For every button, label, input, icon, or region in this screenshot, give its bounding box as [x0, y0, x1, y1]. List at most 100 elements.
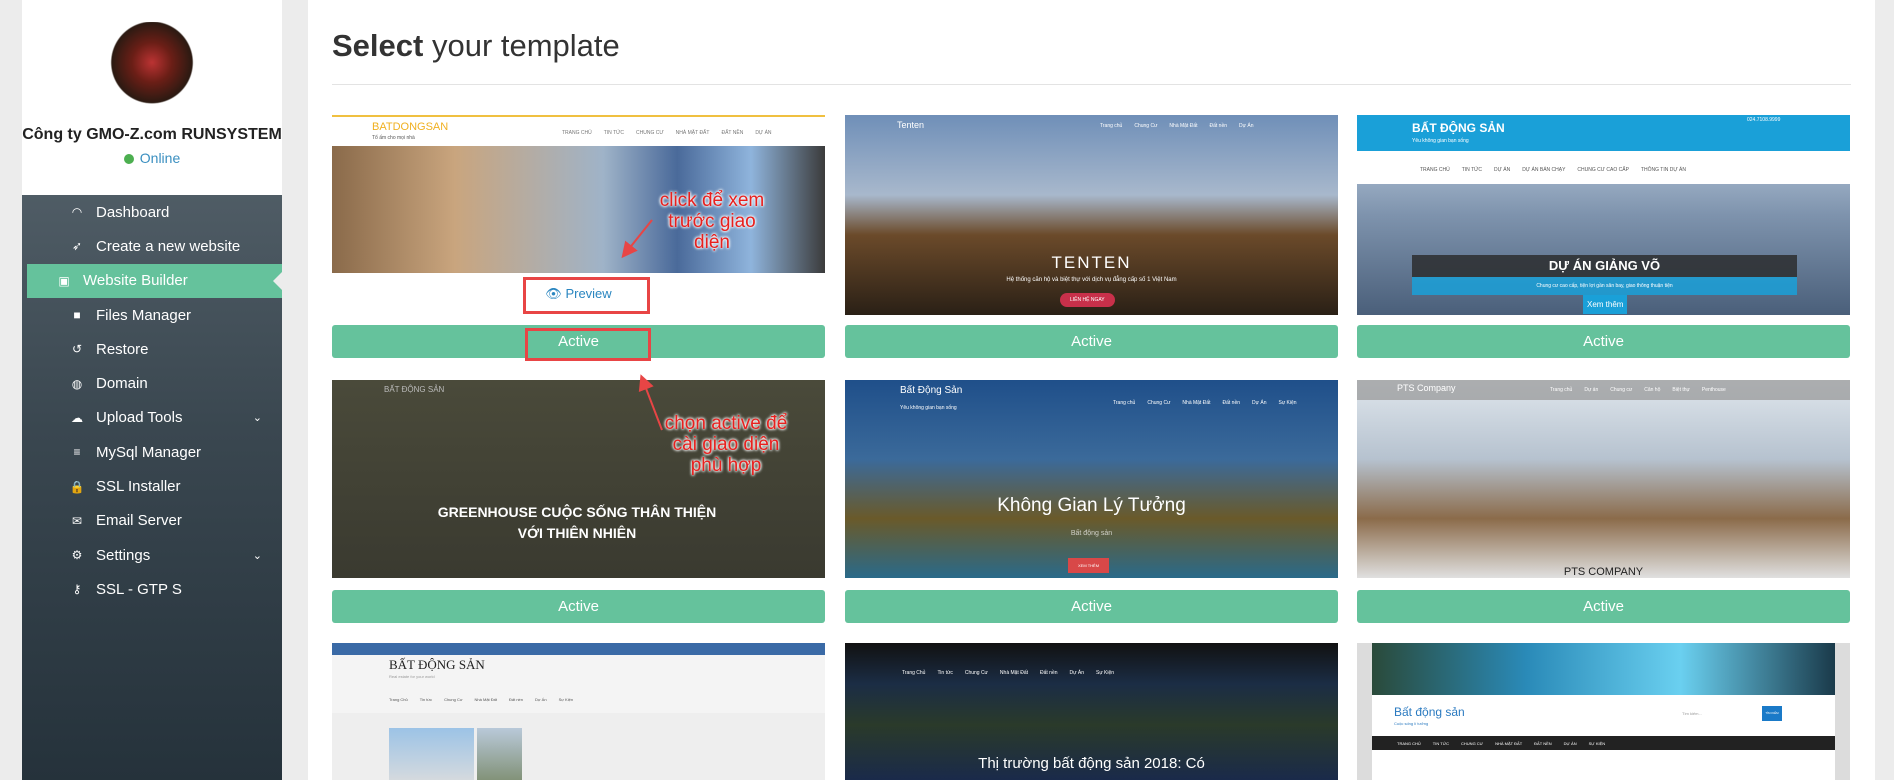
template-nav-item: SỰ KIỆN	[1588, 741, 1606, 746]
sidebar-item-files-manager[interactable]: ■ Files Manager	[22, 298, 282, 332]
sidebar-item-dashboard[interactable]: ◠ Dashboard	[22, 195, 282, 229]
globe-icon: ◍	[71, 376, 83, 391]
sidebar-item-restore[interactable]: ↺ Restore	[22, 332, 282, 366]
template-thumbnail[interactable]: PTS Company Trang chủ Dự án Chung cư Căn hộ B…	[1357, 380, 1850, 578]
template-thumbnail[interactable]: Trang Chủ Tin tức Chung Cư Nhà Mặt Đất Đất n…	[845, 643, 1338, 780]
template-nav: Trang Chủ Tin tức Chung Cư Nhà Mặt Đất Đất n…	[389, 697, 573, 702]
avatar	[107, 22, 197, 112]
template-nav-item: Sự Kiện	[558, 697, 574, 702]
template-nav-item: TRANG CHỦ	[562, 130, 592, 136]
template-nav-item: Chung Cư	[1134, 123, 1158, 129]
builder-icon: ▣	[58, 273, 70, 288]
activate-template-button[interactable]: Active	[845, 590, 1338, 623]
activate-template-button[interactable]: Active	[1357, 590, 1850, 623]
template-thumbnail[interactable]: Tenten Trang chủ Chung Cư Nhà Mặt Đất Đất nề…	[845, 115, 1338, 315]
template-nav-item: Sự Kiện	[1278, 400, 1297, 406]
sidebar-item-ssl-installer[interactable]: 🔒 SSL Installer	[22, 469, 282, 503]
template-preview-area[interactable]: BẤT ĐỘNG SẢN Yêu không gian bạn sống 024.7…	[1357, 115, 1850, 315]
sidebar-item-email-server[interactable]: ✉ Email Server	[22, 504, 282, 538]
template-nav-item: Chung Cư	[444, 697, 463, 702]
database-icon: ≡	[73, 445, 81, 460]
active-highlight-box	[525, 328, 651, 361]
chevron-down-icon: ⌄	[252, 412, 262, 425]
active-annotation: chọn active để cài giao diện phù hợp	[664, 413, 788, 476]
template-nav-item: Tin tức	[419, 697, 433, 702]
template-preview-area[interactable]: BẤT ĐỘNG SẢN Real estate for your world Tr…	[332, 643, 825, 780]
preview-annotation: click để xem trước giao diện	[659, 190, 765, 253]
sidebar-item-create-a-new-website[interactable]: ➶ Create a new website	[22, 229, 282, 263]
folder-icon: ■	[73, 308, 81, 323]
profile: Công ty GMO-Z.com RUNSYSTEM Online	[22, 0, 282, 195]
chevron-down-icon: ⌄	[252, 549, 262, 562]
template-nav-item: Dự Án	[1239, 123, 1254, 129]
template-nav-item: Nhà Mặt Đất	[1182, 400, 1211, 406]
template-nav-item: Biệt thự	[1672, 387, 1690, 393]
envelope-icon: ✉	[71, 513, 83, 528]
sidebar-item-settings[interactable]: ⚙ Settings ⌄	[22, 538, 282, 572]
sidebar-item-mysql-manager[interactable]: ≡ MySql Manager	[22, 435, 282, 469]
template-nav-item: Đất nền	[1222, 400, 1241, 406]
template-nav-item: Chung Cư	[964, 670, 988, 676]
template-hero-text: TENTEN	[1051, 253, 1132, 272]
template-nav-item: Dự án	[1584, 387, 1599, 393]
template-cta: Xem thêm	[1583, 295, 1628, 314]
sidebar-menu: ◠ Dashboard ➶ Create a new website ▣ Website …	[22, 195, 282, 780]
template-hero-text: Không Gian Lý Tưởng	[997, 495, 1186, 516]
template-thumbnail[interactable]: BẤT ĐỘNG SẢN GREENHOUSE CUỘC SỐNG THÂN TH…	[332, 380, 825, 578]
template-card: BẤT ĐỘNG SẢN GREENHOUSE CUỘC SỐNG THÂN TH…	[332, 380, 825, 578]
template-nav: Trang chủ Chung Cư Nhà Mặt Đất Đất nền Dự Án	[1100, 123, 1253, 129]
template-nav: TRANG CHỦ TIN TỨC DỰ ÁN DỰ ÁN BÁN CHẠY CHUNG…	[1420, 167, 1686, 173]
template-nav-item: Trang Chủ	[389, 697, 408, 702]
sidebar-item-label: Create a new website	[96, 237, 241, 255]
dashboard-icon: ◠	[71, 205, 83, 220]
activate-template-button[interactable]: Active	[332, 590, 825, 623]
sidebar-item-ssl-gtp-s[interactable]: ⚷ SSL - GTP S	[22, 572, 282, 606]
template-tagline: Yêu không gian bạn sống	[1412, 138, 1469, 144]
template-nav: TRANG CHỦ TIN TỨC CHUNG CƯ NHÀ MẶT ĐẤT ĐẤT N…	[562, 130, 772, 136]
sidebar-item-label: SSL - GTP S	[96, 580, 182, 598]
template-card: Bất Động Sản Yêu không gian bạn sống Trang…	[845, 380, 1338, 578]
template-nav-item: NHÀ MẶT ĐẤT	[1495, 741, 1523, 746]
activate-template-button[interactable]: Active	[1357, 325, 1850, 358]
template-hero-text: Thị trường bất động sản 2018: Có	[978, 755, 1205, 772]
template-preview-area[interactable]: Trang Chủ Tin tức Chung Cư Nhà Mặt Đất Đất n…	[845, 643, 1338, 780]
main-panel: Select your template BATDONGSAN Tổ ấm cho…	[308, 0, 1875, 780]
template-nav-item: Căn hộ	[1644, 387, 1661, 393]
cogs-icon: ⚙	[71, 548, 83, 563]
sidebar-item-upload-tools[interactable]: ☁ Upload Tools ⌄	[22, 401, 282, 435]
template-preview-area[interactable]: Bất động sản Cuộc sống lí tưởng Tìm kiếm.…	[1357, 643, 1850, 780]
template-brand: PTS Company	[1397, 383, 1456, 393]
template-thumbnail[interactable]: Bất động sản Cuộc sống lí tưởng Tìm kiếm.…	[1357, 643, 1850, 780]
template-preview-area[interactable]: PTS Company Trang chủ Dự án Chung cư Căn hộ B…	[1357, 380, 1850, 578]
template-nav-item: ĐẤT NỀN	[721, 130, 744, 136]
template-nav-item: NHÀ MẶT ĐẤT	[675, 130, 710, 136]
template-nav-item: DỰ ÁN	[1563, 741, 1577, 746]
template-preview-area[interactable]: BẤT ĐỘNG SẢN GREENHOUSE CUỘC SỐNG THÂN TH…	[332, 380, 825, 578]
template-nav-item: CHUNG CƯ	[1461, 741, 1484, 746]
template-preview-area[interactable]: Bất Động Sản Yêu không gian bạn sống Trang…	[845, 380, 1338, 578]
sidebar-item-website-builder[interactable]: ▣ Website Builder	[27, 263, 282, 298]
sidebar-item-label: Domain	[96, 375, 148, 393]
template-thumbnail[interactable]: BẤT ĐỘNG SẢN Real estate for your world Tr…	[332, 643, 825, 780]
sidebar-item-label: Files Manager	[96, 306, 192, 324]
template-nav-item: TIN TỨC	[1432, 741, 1450, 746]
template-nav-item: Chung Cư	[1147, 400, 1171, 406]
template-brand: Bất động sản	[1394, 705, 1465, 719]
template-brand: BẤT ĐỘNG SẢN	[384, 385, 445, 394]
template-search: Tìm kiếm...	[1682, 711, 1702, 716]
template-nav: TRANG CHỦ TIN TỨC CHUNG CƯ NHÀ MẶT ĐẤT ĐẤT N…	[1397, 741, 1605, 746]
template-hero-text: GREENHOUSE CUỘC SỐNG THÂN THIỆN VỚI THIÊ…	[437, 504, 717, 541]
template-nav-item: Chung cư	[1610, 387, 1633, 393]
activate-template-button[interactable]: Active	[845, 325, 1338, 358]
sidebar-item-label: SSL Installer	[96, 478, 181, 496]
sidebar-item-label: Website Builder	[83, 272, 188, 290]
sidebar-item-label: Dashboard	[96, 203, 170, 221]
template-thumbnail[interactable]: BẤT ĐỘNG SẢN Yêu không gian bạn sống 024.7…	[1357, 115, 1850, 315]
template-nav-item: TIN TỨC	[1461, 167, 1483, 173]
template-preview-area[interactable]: Tenten Trang chủ Chung Cư Nhà Mặt Đất Đất nề…	[845, 115, 1338, 315]
sidebar-item-label: Settings	[96, 546, 151, 564]
template-nav-item: Tin tức	[937, 670, 953, 676]
template-thumbnail[interactable]: Bất Động Sản Yêu không gian bạn sống Trang…	[845, 380, 1338, 578]
sidebar-item-domain[interactable]: ◍ Domain	[22, 366, 282, 400]
template-tagline: Real estate for your world	[389, 674, 435, 679]
